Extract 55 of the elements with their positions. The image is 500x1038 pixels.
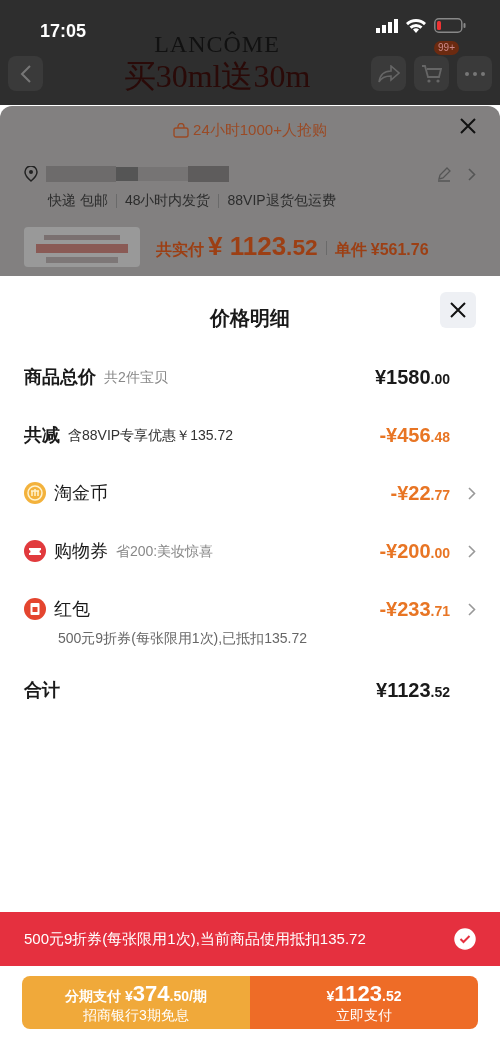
share-button[interactable] bbox=[371, 56, 406, 91]
row-amount: ¥1123.52 bbox=[376, 678, 450, 703]
wifi-icon bbox=[406, 18, 426, 33]
row-label: 共减 bbox=[24, 423, 60, 447]
sheet-title: 价格明细 bbox=[210, 306, 290, 331]
close-button[interactable] bbox=[440, 292, 476, 328]
row-label: 购物券 bbox=[54, 539, 108, 563]
unit-price: ¥561.76 bbox=[370, 240, 429, 260]
pay-now-button[interactable]: ¥1123.52 立即支付 bbox=[250, 976, 478, 1029]
cart-badge: 99+ bbox=[434, 41, 459, 55]
total-label: 共实付 bbox=[156, 240, 204, 260]
row-note: 省200:美妆惊喜 bbox=[116, 541, 214, 561]
row-detail: 500元9折券(每张限用1次),已抵扣135.72 bbox=[57, 629, 308, 648]
banner-text: 500元9折券(每张限用1次),当前商品使用抵扣135.72 bbox=[24, 928, 366, 949]
more-icon bbox=[464, 71, 485, 76]
row-amount: -¥233.71 bbox=[379, 597, 450, 622]
unit-label: 单件 bbox=[334, 240, 367, 260]
bag-icon bbox=[173, 122, 190, 138]
shipping-tag: 快递 包邮 bbox=[48, 190, 108, 211]
shipping-tag: 88VIP退货包运费 bbox=[227, 190, 336, 211]
back-button[interactable] bbox=[8, 56, 43, 91]
total-price: ¥ 1123.52 bbox=[208, 230, 318, 263]
cart-icon bbox=[420, 63, 443, 84]
chevron-right-icon bbox=[468, 486, 476, 500]
close-icon[interactable] bbox=[460, 118, 476, 134]
ticket-icon bbox=[24, 540, 46, 562]
coin-icon bbox=[24, 482, 46, 504]
back-icon bbox=[19, 64, 32, 83]
row-label: 合计 bbox=[24, 678, 60, 702]
row-label: 淘金币 bbox=[54, 481, 108, 505]
share-icon bbox=[377, 64, 400, 83]
battery-icon bbox=[434, 18, 466, 33]
popularity-text: 24小时1000+人抢购 bbox=[193, 119, 327, 140]
row-note: 含88VIP专享优惠￥135.72 bbox=[68, 425, 233, 445]
chevron-right-icon bbox=[468, 602, 476, 616]
chevron-right-icon bbox=[468, 168, 476, 182]
row-label: 红包 bbox=[54, 597, 90, 621]
envelope-icon bbox=[24, 598, 46, 620]
row-label: 商品总价 bbox=[24, 365, 96, 389]
status-time: 17:05 bbox=[40, 20, 87, 43]
installment-button[interactable]: 分期支付 ¥374.50/期 招商银行3期免息 bbox=[22, 976, 250, 1029]
row-amount: ¥1580.00 bbox=[374, 365, 450, 390]
close-icon bbox=[449, 301, 467, 319]
row-amount: -¥22.77 bbox=[390, 481, 450, 506]
cart-button[interactable] bbox=[414, 56, 449, 91]
signal-icon bbox=[376, 18, 398, 33]
chevron-right-icon bbox=[468, 544, 476, 558]
edit-icon[interactable] bbox=[436, 166, 452, 182]
shipping-tag: 48小时内发货 bbox=[124, 190, 211, 211]
row-amount: -¥456.48 bbox=[379, 423, 450, 448]
check-icon[interactable] bbox=[454, 928, 476, 950]
row-amount: -¥200.00 bbox=[379, 539, 450, 564]
row-note: 共2件宝贝 bbox=[104, 367, 168, 387]
location-icon bbox=[24, 166, 38, 182]
more-button[interactable] bbox=[457, 56, 492, 91]
